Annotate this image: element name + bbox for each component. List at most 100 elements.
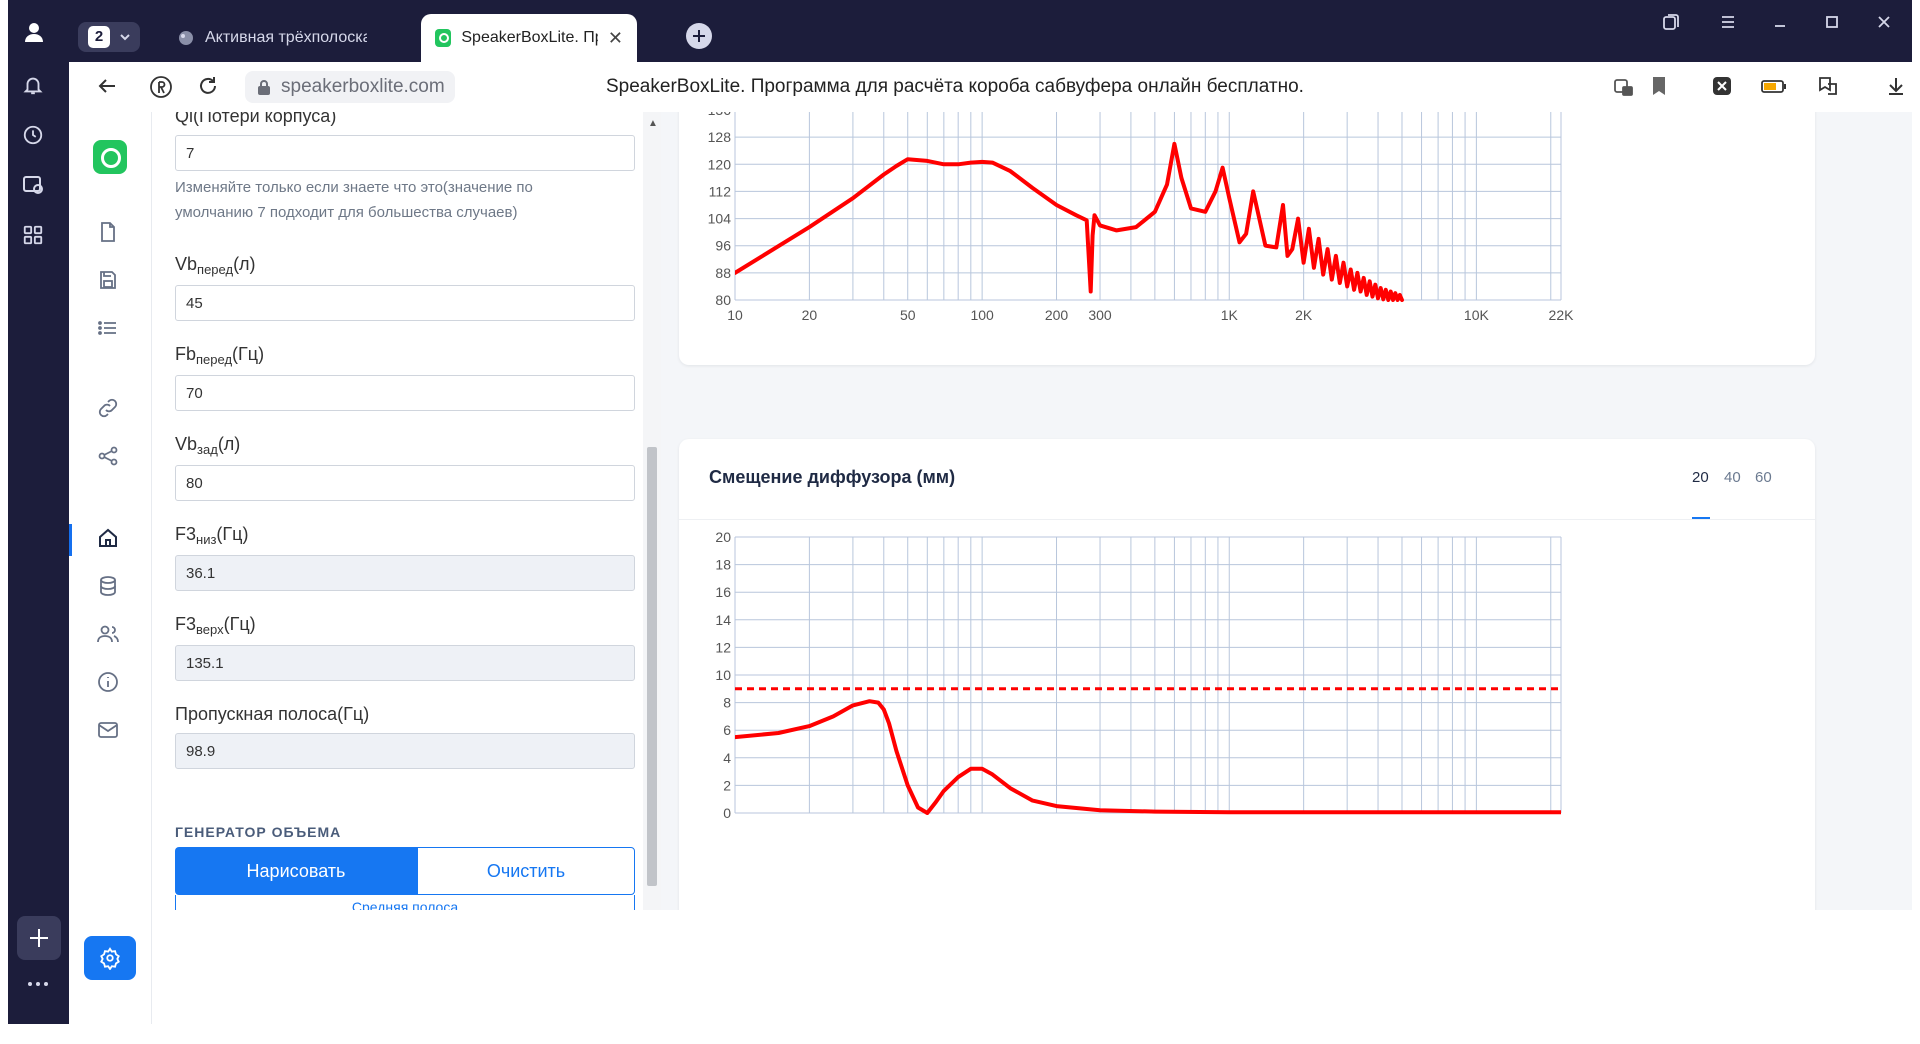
battery-icon[interactable] xyxy=(1760,74,1788,104)
extension-icon[interactable] xyxy=(1609,74,1637,104)
menu-icon[interactable] xyxy=(1716,12,1740,38)
tab-active[interactable]: SpeakerBoxLite. Програ ✕ xyxy=(421,14,637,62)
vb-front-field: Vbперед(л) 45 xyxy=(175,254,635,321)
fb-front-input[interactable]: 70 xyxy=(175,375,635,411)
y-tick-label: 80 xyxy=(715,292,731,308)
maximize-icon[interactable] xyxy=(1820,12,1844,38)
y-tick-label: 18 xyxy=(715,557,731,573)
link-icon[interactable] xyxy=(96,396,124,424)
nav-active-marker xyxy=(69,524,72,556)
fb-front-value: 70 xyxy=(186,384,203,402)
form-scrollbar[interactable]: ▲ xyxy=(643,112,661,910)
middle-band-button[interactable]: Средняя полоса xyxy=(175,895,635,910)
tab-favicon-icon xyxy=(177,29,195,47)
range-option-20[interactable]: 20 xyxy=(1692,469,1709,486)
page-title: SpeakerBoxLite. Программа для расчёта ко… xyxy=(606,76,1304,97)
list-icon[interactable] xyxy=(96,316,124,344)
site-nav xyxy=(69,112,152,1024)
x-tick-label: 10 xyxy=(727,307,743,323)
f3-high-field: F3верх(Гц) 135.1 xyxy=(175,614,635,681)
y-tick-label: 96 xyxy=(715,238,731,254)
f3-high-value: 135.1 xyxy=(186,654,224,672)
x-tick-label: 1K xyxy=(1221,307,1239,323)
share-icon[interactable] xyxy=(96,444,124,472)
y-tick-label: 128 xyxy=(708,129,732,145)
profile-icon[interactable] xyxy=(22,20,46,44)
f3-low-field: F3низ(Гц) 36.1 xyxy=(175,524,635,591)
users-icon[interactable] xyxy=(96,622,124,650)
browser-sidebar xyxy=(8,0,69,1024)
x-tick-label: 10K xyxy=(1464,307,1490,323)
close-icon[interactable]: ✕ xyxy=(608,28,623,49)
bandwidth-value: 98.9 xyxy=(186,742,216,760)
collections-icon[interactable] xyxy=(1659,12,1683,38)
save-icon[interactable] xyxy=(96,268,124,296)
reload-icon[interactable] xyxy=(194,74,222,104)
bookmark-icon[interactable] xyxy=(1645,74,1673,104)
vb-rear-input[interactable]: 80 xyxy=(175,465,635,501)
tab-inactive[interactable]: Активная трёхполоска на xyxy=(163,14,381,62)
y-tick-label: 104 xyxy=(708,211,732,227)
info-icon[interactable] xyxy=(96,670,124,698)
draw-button[interactable]: Нарисовать xyxy=(175,847,417,895)
settings-button[interactable] xyxy=(84,936,136,980)
fb-front-field: Fbперед(Гц) 70 xyxy=(175,344,635,411)
excursion-chart: 0 2 4 6 8 10 12 14 16 18 20 xyxy=(715,529,1562,821)
adblock-icon[interactable] xyxy=(1708,74,1736,104)
file-icon[interactable] xyxy=(96,220,124,248)
minimize-icon[interactable] xyxy=(1768,12,1792,38)
f3-high-output: 135.1 xyxy=(175,645,635,681)
ql-value: 7 xyxy=(186,144,195,162)
gear-icon xyxy=(99,946,121,975)
logo-icon[interactable] xyxy=(93,140,127,174)
range-option-40[interactable]: 40 xyxy=(1724,469,1741,486)
ql-input[interactable]: 7 xyxy=(175,135,635,171)
window-close-icon[interactable] xyxy=(1872,12,1896,38)
f3-low-output: 36.1 xyxy=(175,555,635,591)
browser-window: 2 Активная трёхполоска на SpeakerBoxLite… xyxy=(8,0,1912,1024)
vb-rear-field: Vbзад(л) 80 xyxy=(175,434,635,501)
vb-front-label: Vbперед(л) xyxy=(175,254,256,277)
x-tick-label: 300 xyxy=(1088,307,1112,323)
back-icon[interactable] xyxy=(93,74,121,104)
generator-buttons: Нарисовать Очистить xyxy=(175,847,635,895)
screenshot-icon[interactable] xyxy=(22,174,46,196)
new-tab-button[interactable] xyxy=(686,23,712,49)
tab-label: Активная трёхполоска на xyxy=(205,29,367,46)
ql-hint: Изменяйте только если знаете что это(зна… xyxy=(175,175,635,225)
notifications-icon[interactable] xyxy=(22,74,44,96)
series-line xyxy=(735,141,1404,302)
yandex-icon[interactable] xyxy=(147,74,175,106)
y-tick-label: 10 xyxy=(715,667,731,683)
home-icon[interactable] xyxy=(96,526,124,554)
charts-area: 8088961041121201281361020501002003001K2K… xyxy=(661,112,1912,910)
tab-counter[interactable]: 2 xyxy=(78,22,140,52)
database-icon[interactable] xyxy=(96,574,124,602)
mail-icon[interactable] xyxy=(96,718,124,746)
y-tick-label: 20 xyxy=(715,529,731,545)
form-scroll-thumb[interactable] xyxy=(647,447,657,886)
excursion-chart-title: Смещение диффузора (мм) xyxy=(709,467,956,487)
f3-high-label: F3верх(Гц) xyxy=(175,614,256,637)
x-tick-label: 50 xyxy=(900,307,916,323)
range-option-60[interactable]: 60 xyxy=(1755,469,1772,486)
y-tick-label: 6 xyxy=(723,722,731,738)
history-icon[interactable] xyxy=(22,124,44,146)
scroll-up-icon[interactable]: ▲ xyxy=(648,118,658,129)
clear-button[interactable]: Очистить xyxy=(417,847,635,895)
vb-front-input[interactable]: 45 xyxy=(175,285,635,321)
tab-favicon-icon xyxy=(435,29,452,47)
download-icon[interactable] xyxy=(1882,74,1910,104)
ql-hint-line2: умолчанию 7 подходит для большества случ… xyxy=(175,204,518,221)
y-tick-label: 4 xyxy=(723,750,731,766)
address-bar[interactable]: speakerboxlite.com xyxy=(245,71,455,103)
translate-icon[interactable] xyxy=(1814,74,1842,104)
add-panel-icon[interactable] xyxy=(17,916,61,960)
excursion-chart-card: Смещение диффузора (мм) 20 40 60 0 2 4 6 8 10… xyxy=(679,439,1815,910)
apps-grid-icon[interactable] xyxy=(22,224,44,246)
vb-front-value: 45 xyxy=(186,294,203,312)
more-icon[interactable] xyxy=(26,980,50,988)
y-tick-label: 0 xyxy=(723,805,731,821)
bandwidth-output: 98.9 xyxy=(175,733,635,769)
x-tick-label: 100 xyxy=(970,307,994,323)
